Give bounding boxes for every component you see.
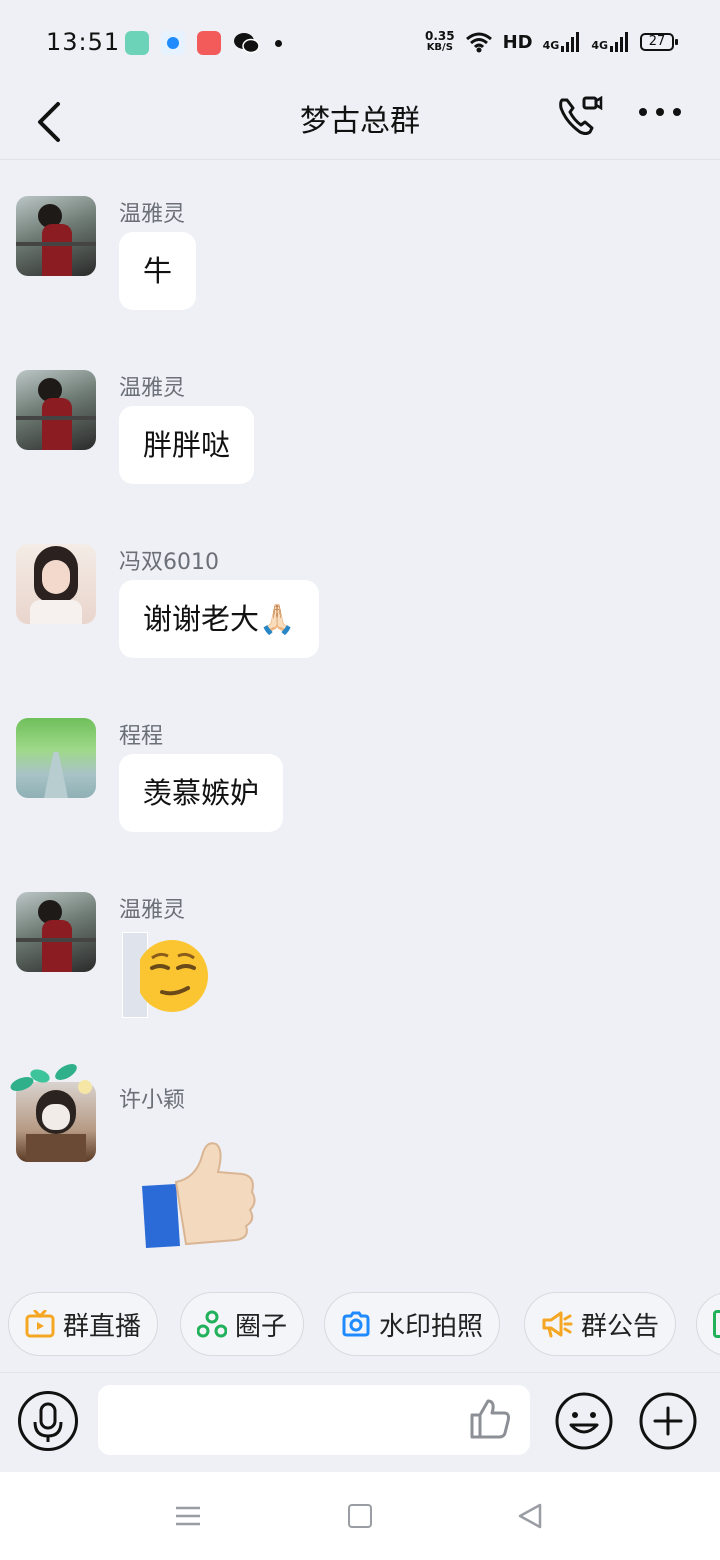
- smirk-face-emoji[interactable]: [140, 934, 210, 1018]
- sender-name: 许小颖: [119, 1088, 186, 1113]
- sender-name: 温雅灵: [119, 898, 186, 923]
- system-nav-bar: [0, 1472, 720, 1560]
- sender-name: 冯双6010: [119, 550, 219, 575]
- message-bubble[interactable]: 胖胖哒: [119, 406, 255, 484]
- signal-bars-icon: [561, 32, 580, 52]
- chip-label: 群公告: [581, 1311, 660, 1342]
- chip-label: 圈子: [235, 1311, 288, 1342]
- quick-actions-bar: 群直播 圈子 水印拍照 群公告: [0, 1292, 720, 1358]
- chip-partial-icon: [713, 1310, 720, 1338]
- thumbs-up-icon[interactable]: [466, 1395, 514, 1443]
- avatar-masked-girl[interactable]: [8, 1060, 96, 1162]
- wifi-icon: [465, 32, 492, 53]
- thumbs-up-emoji[interactable]: [136, 1136, 260, 1252]
- sender-name: 温雅灵: [119, 202, 186, 227]
- app-icon-blue: [161, 31, 185, 55]
- app-icon-red: [197, 31, 221, 55]
- avatar-woman-red-dress[interactable]: [16, 370, 96, 450]
- message-bubble[interactable]: 羡慕嫉妒: [119, 754, 284, 832]
- microphone-icon: [33, 1402, 63, 1442]
- battery-indicator: 27: [640, 33, 678, 51]
- signal-bars-icon: [610, 32, 628, 52]
- back-triangle-icon[interactable]: [516, 1502, 544, 1530]
- status-app-icons: [125, 31, 282, 55]
- camera-icon: [342, 1311, 370, 1337]
- status-time: 13:51: [46, 28, 121, 56]
- chat-header: 梦古总群: [0, 80, 720, 160]
- more-dots-icon[interactable]: [636, 100, 686, 124]
- leaf-decoration-icon: [8, 1060, 100, 1100]
- status-bar: 13:51 0.35 KB/S HD 4G 4G 27: [0, 0, 720, 80]
- voice-button[interactable]: [18, 1391, 78, 1451]
- circle-nodes-icon: [197, 1310, 227, 1338]
- chip-more[interactable]: [696, 1292, 720, 1356]
- menu-icon[interactable]: [174, 1504, 202, 1528]
- net-speed: 0.35 KB/S: [425, 29, 455, 53]
- chip-watermark-camera[interactable]: 水印拍照: [324, 1292, 501, 1356]
- message-bubble[interactable]: 谢谢老大🙏🏻: [119, 580, 320, 658]
- megaphone-icon: [542, 1311, 573, 1338]
- wechat-icon: [234, 33, 260, 54]
- hd-label: HD: [502, 31, 533, 53]
- chip-label: 群直播: [63, 1311, 142, 1342]
- status-indicators: 0.35 KB/S HD 4G 4G 27: [425, 29, 678, 54]
- avatar-woman-red-dress[interactable]: [16, 892, 96, 972]
- signal-4g-1: 4G: [543, 32, 582, 52]
- plus-icon[interactable]: [638, 1391, 698, 1451]
- emoji-smile-icon[interactable]: [554, 1391, 614, 1451]
- avatar-woman-portrait[interactable]: [16, 544, 96, 624]
- signal-4g-2: 4G: [591, 32, 630, 52]
- phone-video-call-icon[interactable]: [554, 90, 604, 140]
- sender-name: 温雅灵: [119, 376, 186, 401]
- chip-label: 水印拍照: [379, 1311, 484, 1342]
- chip-announcement[interactable]: 群公告: [524, 1292, 677, 1356]
- chip-circle[interactable]: 圈子: [180, 1292, 305, 1356]
- avatar-green-park-road[interactable]: [16, 718, 96, 798]
- page-title: 梦古总群: [300, 104, 420, 139]
- chip-group-live[interactable]: 群直播: [8, 1292, 159, 1356]
- input-bar: [0, 1372, 720, 1472]
- message-bubble[interactable]: 牛: [119, 232, 197, 310]
- home-square-icon[interactable]: [348, 1504, 372, 1528]
- notification-dot-icon: [275, 39, 282, 47]
- avatar-woman-red-dress[interactable]: [16, 196, 96, 276]
- tv-icon: [25, 1310, 55, 1338]
- app-icon-green: [125, 31, 149, 55]
- sender-name: 程程: [119, 724, 164, 749]
